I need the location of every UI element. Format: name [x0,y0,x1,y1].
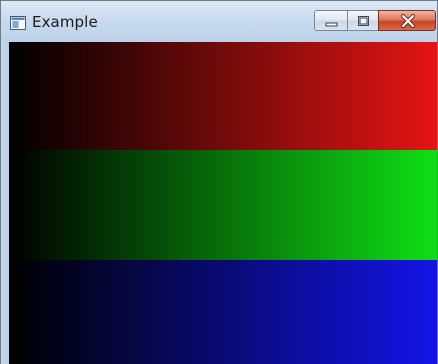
blue-gradient-band [9,260,437,364]
close-icon [401,14,415,28]
window-left-border [1,42,9,364]
close-button[interactable] [378,10,436,31]
app-window: Example [0,0,438,364]
title-bar[interactable]: Example [1,1,437,42]
maximize-button[interactable] [347,10,379,31]
green-gradient-band [9,150,437,260]
app-window-icon[interactable] [10,15,26,30]
red-gradient-band [9,42,437,150]
maximize-icon [358,16,369,26]
client-area [9,42,437,364]
window-title: Example [32,13,98,31]
minimize-button[interactable] [314,10,348,31]
minimize-icon [325,22,338,27]
